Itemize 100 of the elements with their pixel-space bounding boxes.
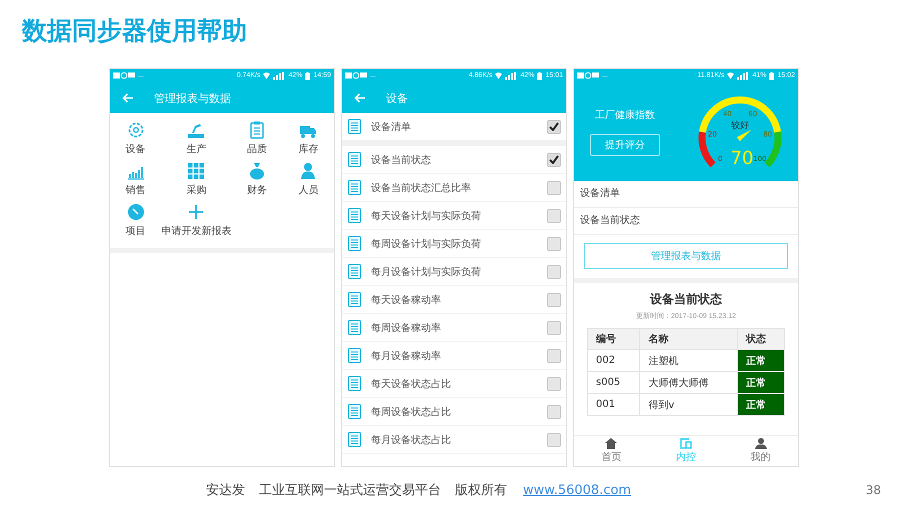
- menu-item[interactable]: 品质: [231, 121, 283, 156]
- table-cell: s005: [588, 372, 640, 394]
- signal-icon: [495, 72, 518, 80]
- document-icon: [348, 236, 361, 251]
- report-row[interactable]: 每月设备计划与实际负荷: [342, 258, 566, 286]
- battery-icon: [537, 72, 542, 80]
- card-title: 设备当前状态: [650, 291, 722, 308]
- slide-title: 数据同步器使用帮助: [22, 15, 248, 47]
- document-icon: [348, 348, 361, 363]
- report-row[interactable]: 每月设备状态占比: [342, 426, 566, 454]
- home-icon: [605, 438, 618, 449]
- notification-icons-drawing: [345, 72, 367, 80]
- document-icon: [348, 208, 361, 223]
- checkbox[interactable]: [547, 292, 561, 306]
- screen-title: 设备: [386, 90, 408, 106]
- column-header: 状态: [738, 328, 784, 350]
- battery-icon: [769, 72, 774, 80]
- report-row[interactable]: 每周设备计划与实际负荷: [342, 230, 566, 258]
- report-name: 每月设备计划与实际负荷: [371, 266, 482, 278]
- report-name: 每天设备计划与实际负荷: [371, 210, 482, 222]
- checkbox[interactable]: [547, 404, 561, 418]
- checkbox[interactable]: [547, 320, 561, 334]
- checkbox[interactable]: [547, 208, 561, 222]
- table-cell: 001: [588, 394, 640, 416]
- menu-item[interactable]: 生产: [161, 121, 232, 156]
- list-item[interactable]: 设备当前状态: [574, 208, 798, 235]
- checkbox[interactable]: [547, 152, 561, 166]
- bag-icon: [248, 162, 266, 180]
- menu-item[interactable]: 人员: [282, 162, 334, 197]
- document-icon: [348, 292, 361, 307]
- gauge-reading: 70: [730, 148, 754, 169]
- table-cell: 正常: [738, 394, 784, 416]
- table-cell: 002: [588, 350, 640, 372]
- health-index-title: 工厂健康指数: [595, 108, 655, 122]
- notification-icons-drawing: [113, 72, 135, 80]
- notification-icons-drawing: [577, 72, 599, 80]
- list-item[interactable]: 设备清单: [574, 181, 798, 208]
- document-icon: [348, 376, 361, 391]
- report-row[interactable]: 每天设备稼动率: [342, 286, 566, 314]
- copyright-text: 版权所有: [455, 482, 507, 499]
- menu-item[interactable]: 申请开发新报表: [161, 203, 232, 238]
- column-header: 编号: [588, 328, 640, 350]
- column-header: 名称: [640, 328, 738, 350]
- grid-icon: [187, 162, 206, 180]
- clipboard-icon: [248, 121, 266, 139]
- menu-item[interactable]: 库存: [282, 121, 334, 156]
- table-cell: 正常: [738, 350, 784, 372]
- table-cell: 正常: [738, 372, 784, 394]
- menu-item[interactable]: 设备: [110, 121, 162, 156]
- checkbox[interactable]: [547, 432, 561, 446]
- checkbox[interactable]: [547, 236, 561, 250]
- signal-icon: [263, 72, 286, 80]
- report-name: 每月设备稼动率: [371, 350, 442, 362]
- page-number: 38: [866, 483, 881, 497]
- report-row[interactable]: 每周设备稼动率: [342, 314, 566, 342]
- gear-icon: [126, 121, 145, 139]
- checkbox[interactable]: [547, 120, 561, 134]
- document-icon: [348, 264, 361, 279]
- back-arrow-icon[interactable]: [354, 93, 366, 103]
- report-name: 设备当前状态: [371, 154, 432, 166]
- nav-tab[interactable]: 我的: [723, 436, 798, 466]
- menu-item[interactable]: 销售: [110, 162, 162, 197]
- checkbox[interactable]: [547, 180, 561, 194]
- gauge-rating: 较好: [731, 121, 749, 131]
- checkbox[interactable]: [547, 264, 561, 278]
- menu-item[interactable]: 财务: [231, 162, 283, 197]
- table-cell: 大师傅大师傅: [640, 372, 738, 394]
- report-row[interactable]: 每月设备稼动率: [342, 342, 566, 370]
- company-name: 安达发: [206, 482, 245, 499]
- report-row[interactable]: 设备当前状态: [342, 146, 566, 174]
- report-row[interactable]: 每天设备状态占比: [342, 370, 566, 398]
- report-row[interactable]: 每天设备计划与实际负荷: [342, 202, 566, 230]
- checkbox[interactable]: [547, 348, 561, 362]
- table-cell: 注塑机: [640, 350, 738, 372]
- menu-item[interactable]: 采购: [161, 162, 232, 197]
- report-name: 每周设备稼动率: [371, 322, 442, 334]
- back-arrow-icon[interactable]: [122, 93, 134, 103]
- report-name: 每周设备计划与实际负荷: [371, 238, 482, 250]
- document-icon: [348, 404, 361, 419]
- report-row[interactable]: 设备清单: [342, 113, 566, 141]
- report-name: 每天设备状态占比: [371, 378, 452, 390]
- monitor-icon: [680, 438, 692, 449]
- report-name: 设备当前状态汇总比率: [371, 182, 472, 194]
- report-name: 每周设备状态占比: [371, 406, 452, 418]
- document-icon: [348, 119, 361, 134]
- gauge-needle: [736, 130, 752, 142]
- dial-icon: [126, 203, 145, 221]
- battery-icon: [305, 72, 310, 80]
- report-name: 每天设备稼动率: [371, 294, 442, 306]
- report-name: 设备清单: [371, 120, 412, 134]
- report-row[interactable]: 每周设备状态占比: [342, 398, 566, 426]
- document-icon: [348, 320, 361, 335]
- table-cell: 得到v: [640, 394, 738, 416]
- nav-tab[interactable]: 首页: [574, 436, 649, 466]
- report-name: 每月设备状态占比: [371, 434, 452, 446]
- checkbox[interactable]: [547, 376, 561, 390]
- menu-item[interactable]: 项目: [110, 203, 162, 238]
- screen-title: 管理报表与数据: [154, 90, 231, 106]
- report-row[interactable]: 设备当前状态汇总比率: [342, 174, 566, 202]
- platform-slogan: 工业互联网一站式运营交易平台: [259, 482, 441, 499]
